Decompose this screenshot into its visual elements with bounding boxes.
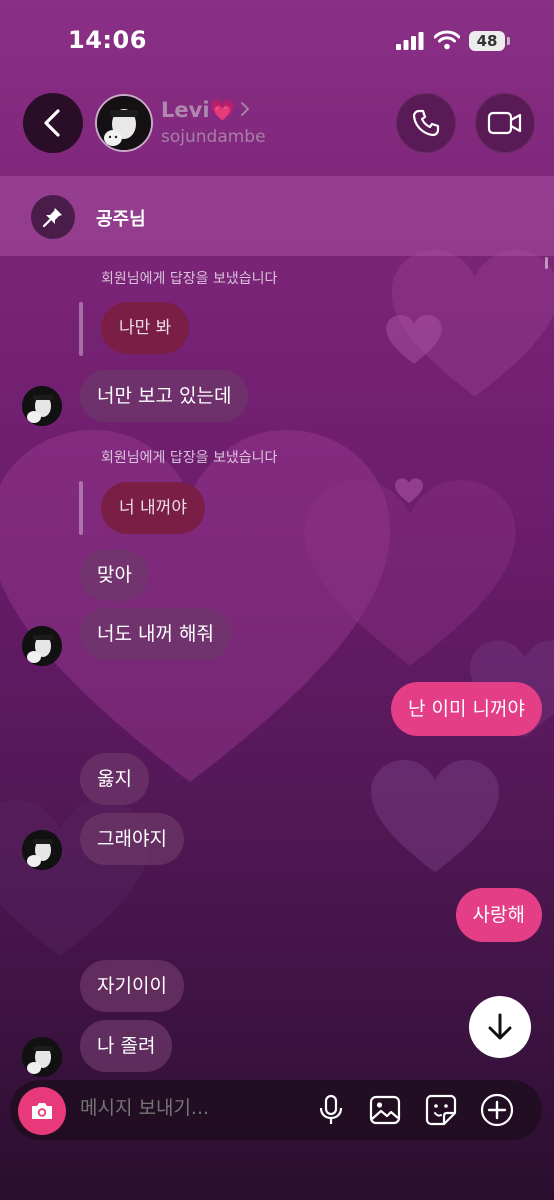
- status-time: 14:06: [68, 26, 147, 54]
- sticker-button[interactable]: [424, 1093, 458, 1127]
- incoming-message[interactable]: 맞아: [80, 549, 149, 601]
- pin-icon: [42, 208, 62, 228]
- plus-icon: [480, 1093, 514, 1127]
- image-icon: [369, 1095, 401, 1125]
- contact-name[interactable]: Levi💗: [161, 98, 236, 123]
- gallery-button[interactable]: [368, 1093, 402, 1127]
- incoming-message[interactable]: 나 졸려: [80, 1020, 173, 1072]
- reply-note: 회원님에게 답장을 보냈습니다: [101, 271, 278, 287]
- outgoing-message[interactable]: 난 이미 니꺼야: [391, 682, 542, 736]
- avatar-image: [22, 1037, 62, 1077]
- voice-call-button[interactable]: [396, 93, 456, 153]
- contact-handle[interactable]: sojundambe: [161, 127, 266, 147]
- message-input[interactable]: [80, 1097, 300, 1119]
- camera-button[interactable]: [18, 1087, 66, 1135]
- quote-bar: [79, 302, 83, 356]
- avatar[interactable]: [22, 626, 62, 666]
- arrow-down-icon: [488, 1013, 512, 1040]
- cellular-signal-icon: [396, 32, 424, 50]
- pinned-message-text: 공주님: [96, 209, 146, 230]
- scrollbar[interactable]: [545, 257, 548, 269]
- quote-bar: [79, 481, 83, 535]
- chevron-right-icon: [241, 102, 250, 116]
- avatar[interactable]: [95, 94, 153, 152]
- phone-icon: [412, 109, 440, 137]
- sticker-icon: [425, 1094, 457, 1126]
- video-icon: [487, 111, 522, 135]
- battery-indicator: 48: [469, 31, 505, 51]
- battery-tip: [507, 37, 510, 45]
- mic-icon: [319, 1094, 343, 1124]
- avatar[interactable]: [22, 386, 62, 426]
- avatar[interactable]: [22, 1037, 62, 1077]
- camera-icon: [32, 1103, 52, 1119]
- reply-note: 회원님에게 답장을 보냈습니다: [101, 450, 278, 466]
- incoming-message[interactable]: 그래야지: [80, 813, 184, 865]
- background-heart: [386, 315, 442, 364]
- avatar[interactable]: [22, 830, 62, 870]
- avatar-image: [22, 626, 62, 666]
- avatar-image: [22, 830, 62, 870]
- status-bar: 14:06 48: [0, 0, 554, 80]
- avatar-image: [22, 386, 62, 426]
- incoming-message[interactable]: 너도 내꺼 해줘: [80, 608, 231, 660]
- incoming-message[interactable]: 자기이이: [80, 960, 184, 1012]
- quoted-message[interactable]: 나만 봐: [101, 302, 190, 354]
- quoted-message[interactable]: 너 내꺼야: [101, 482, 205, 534]
- more-options-button[interactable]: [480, 1093, 514, 1127]
- pinned-message-bar[interactable]: [0, 176, 554, 256]
- incoming-message[interactable]: 옳지: [80, 753, 149, 805]
- background-heart: [371, 760, 499, 873]
- back-icon: [44, 109, 60, 137]
- scroll-to-bottom-button[interactable]: [469, 996, 531, 1058]
- avatar-image: [97, 96, 151, 150]
- outgoing-message[interactable]: 사랑해: [455, 888, 542, 942]
- back-button[interactable]: [23, 93, 83, 153]
- pin-button[interactable]: [31, 195, 75, 239]
- background-heart: [395, 478, 423, 504]
- incoming-message[interactable]: 너만 보고 있는데: [80, 370, 249, 422]
- wifi-icon: [434, 30, 460, 50]
- voice-message-button[interactable]: [314, 1093, 348, 1127]
- chat-screen: 14:06 48 Levi💗 sojundambe 공주님 회원님에게 답장을 …: [0, 0, 554, 1200]
- video-call-button[interactable]: [475, 93, 535, 153]
